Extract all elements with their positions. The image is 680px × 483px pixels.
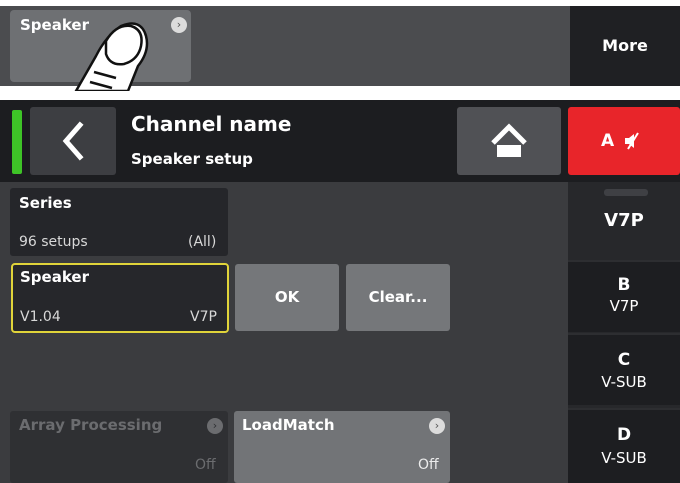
channel-status-indicator — [12, 110, 22, 174]
tap-gesture-icon — [74, 22, 149, 91]
scroll-handle[interactable] — [604, 189, 648, 196]
clear-label: Clear... — [368, 288, 428, 306]
chevron-right-icon: › — [171, 17, 187, 33]
channel-tab-value: V-SUB — [601, 373, 647, 391]
array-processing-title: Array Processing — [19, 416, 163, 434]
ok-label: OK — [274, 288, 300, 306]
active-channel-value: V7P — [604, 210, 644, 231]
series-filter: (All) — [188, 234, 217, 250]
channel-tab-letter: D — [616, 425, 632, 445]
mute-channel-label: A — [601, 131, 615, 151]
more-label: More — [602, 36, 648, 55]
channel-tab-value: V-SUB — [601, 449, 647, 467]
channel-title: Channel name — [131, 112, 292, 136]
back-button[interactable] — [30, 107, 116, 175]
chevron-right-icon: › — [207, 418, 223, 434]
loadmatch-title: LoadMatch — [242, 416, 335, 434]
speaker-muted-icon — [625, 132, 639, 150]
chevron-right-icon: › — [429, 418, 445, 434]
loadmatch-value: Off — [418, 457, 439, 473]
channel-tab-b[interactable] — [568, 260, 680, 332]
home-button[interactable] — [457, 107, 561, 175]
home-icon — [491, 123, 527, 157]
series-title: Series — [19, 194, 72, 212]
speaker-model: V7P — [190, 309, 217, 325]
series-count: 96 setups — [19, 234, 88, 250]
array-processing-value: Off — [195, 457, 216, 473]
channel-tab-d[interactable] — [568, 408, 680, 483]
speaker-version: V1.04 — [20, 309, 61, 325]
channel-tab-letter: C — [617, 350, 631, 370]
channel-tab-letter: B — [617, 275, 631, 295]
back-arrow-icon — [62, 121, 84, 161]
page-subtitle: Speaker setup — [131, 150, 253, 168]
channel-tab-value: V7P — [609, 297, 639, 315]
speaker-title: Speaker — [20, 268, 89, 286]
